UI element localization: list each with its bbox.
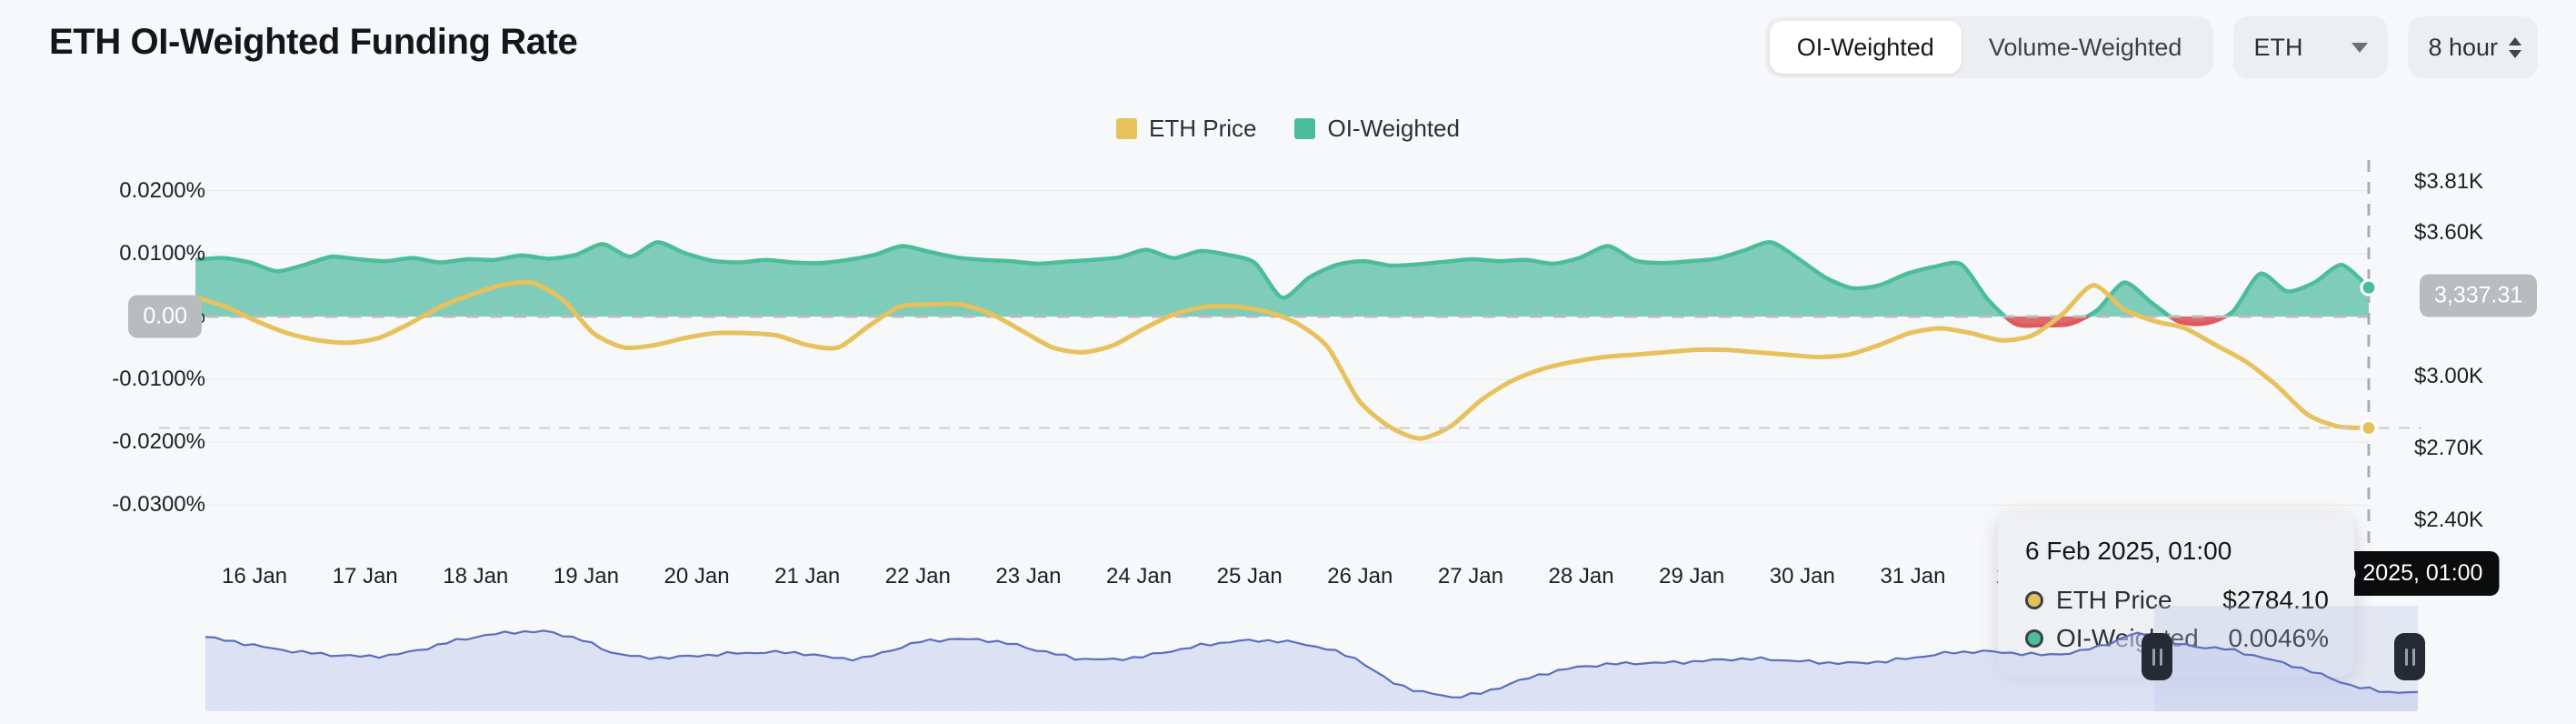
y-axis-left-tick: 0.0100% bbox=[119, 241, 205, 266]
range-navigator[interactable] bbox=[0, 600, 2576, 724]
x-axis-tick: 28 Jan bbox=[1549, 564, 1614, 589]
x-axis-tick: 21 Jan bbox=[774, 564, 840, 589]
x-axis-tick: 30 Jan bbox=[1770, 564, 1835, 589]
y-axis-left-tick: -0.0200% bbox=[112, 429, 205, 455]
right-axis-value-badge: 3,337.31 bbox=[2420, 274, 2537, 317]
tooltip-date: 6 Feb 2025, 01:00 bbox=[2025, 537, 2329, 566]
x-axis-tick: 20 Jan bbox=[664, 564, 729, 589]
funding-rate-chart-widget: ETH OI-Weighted Funding Rate OI-Weighted… bbox=[0, 0, 2576, 724]
x-axis-tick: 18 Jan bbox=[443, 564, 508, 589]
interval-stepper[interactable]: 8 hour bbox=[2408, 16, 2538, 78]
legend-label: OI-Weighted bbox=[1327, 115, 1459, 143]
y-axis-right-tick: $2.40K bbox=[2414, 508, 2483, 533]
y-axis-right-tick: $3.00K bbox=[2414, 364, 2483, 389]
page-title: ETH OI-Weighted Funding Rate bbox=[49, 22, 577, 63]
chart-plot-area[interactable]: 0.0200%0.0100%0%-0.0100%-0.0200%-0.0300%… bbox=[0, 160, 2576, 578]
widget-header: ETH OI-Weighted Funding Rate OI-Weighted… bbox=[0, 0, 2576, 95]
tab-oi-weighted[interactable]: OI-Weighted bbox=[1770, 21, 1962, 74]
header-controls: OI-Weighted Volume-Weighted ETH 8 hour bbox=[1765, 16, 2538, 78]
x-axis-tick: 26 Jan bbox=[1327, 564, 1393, 589]
y-axis-left-tick: -0.0100% bbox=[112, 367, 205, 392]
x-axis-tick: 31 Jan bbox=[1880, 564, 1945, 589]
navigator-handle-left[interactable] bbox=[2142, 633, 2172, 680]
chevron-down-icon bbox=[2351, 43, 2368, 53]
x-axis-tick: 27 Jan bbox=[1438, 564, 1503, 589]
navigator-handle-right[interactable] bbox=[2394, 633, 2425, 680]
x-axis-tick: 19 Jan bbox=[554, 564, 619, 589]
navigator-canvas bbox=[0, 600, 2576, 724]
x-axis-tick: 22 Jan bbox=[885, 564, 951, 589]
legend-swatch-icon bbox=[1116, 118, 1137, 139]
y-axis-right-tick: $2.70K bbox=[2414, 436, 2483, 461]
stepper-updown-icon bbox=[2509, 37, 2521, 58]
left-axis-value-badge: 0.00 bbox=[128, 295, 202, 337]
y-axis-left-tick: 0.0200% bbox=[119, 178, 205, 204]
tab-volume-weighted[interactable]: Volume-Weighted bbox=[1962, 21, 2210, 74]
y-axis-left-tick: -0.0300% bbox=[112, 492, 205, 518]
x-axis-tick: 16 Jan bbox=[222, 564, 287, 589]
x-axis-tick: 17 Jan bbox=[333, 564, 398, 589]
interval-stepper-value: 8 hour bbox=[2428, 34, 2498, 62]
x-axis-tick: 23 Jan bbox=[995, 564, 1061, 589]
x-axis-tick: 29 Jan bbox=[1659, 564, 1724, 589]
legend-item-oi-weighted[interactable]: OI-Weighted bbox=[1294, 115, 1459, 143]
y-axis-right-tick: $3.60K bbox=[2414, 220, 2483, 246]
y-axis-right-tick: $3.81K bbox=[2414, 169, 2483, 195]
chart-legend: ETH Price OI-Weighted bbox=[0, 115, 2576, 143]
asset-select[interactable]: ETH bbox=[2233, 16, 2388, 78]
legend-label: ETH Price bbox=[1149, 115, 1256, 143]
x-axis-tick: 24 Jan bbox=[1106, 564, 1172, 589]
weighting-tab-group: OI-Weighted Volume-Weighted bbox=[1765, 16, 2214, 78]
legend-swatch-icon bbox=[1294, 118, 1315, 139]
legend-item-eth-price[interactable]: ETH Price bbox=[1116, 115, 1256, 143]
x-axis-tick: 25 Jan bbox=[1217, 564, 1283, 589]
asset-select-value: ETH bbox=[2253, 34, 2302, 62]
